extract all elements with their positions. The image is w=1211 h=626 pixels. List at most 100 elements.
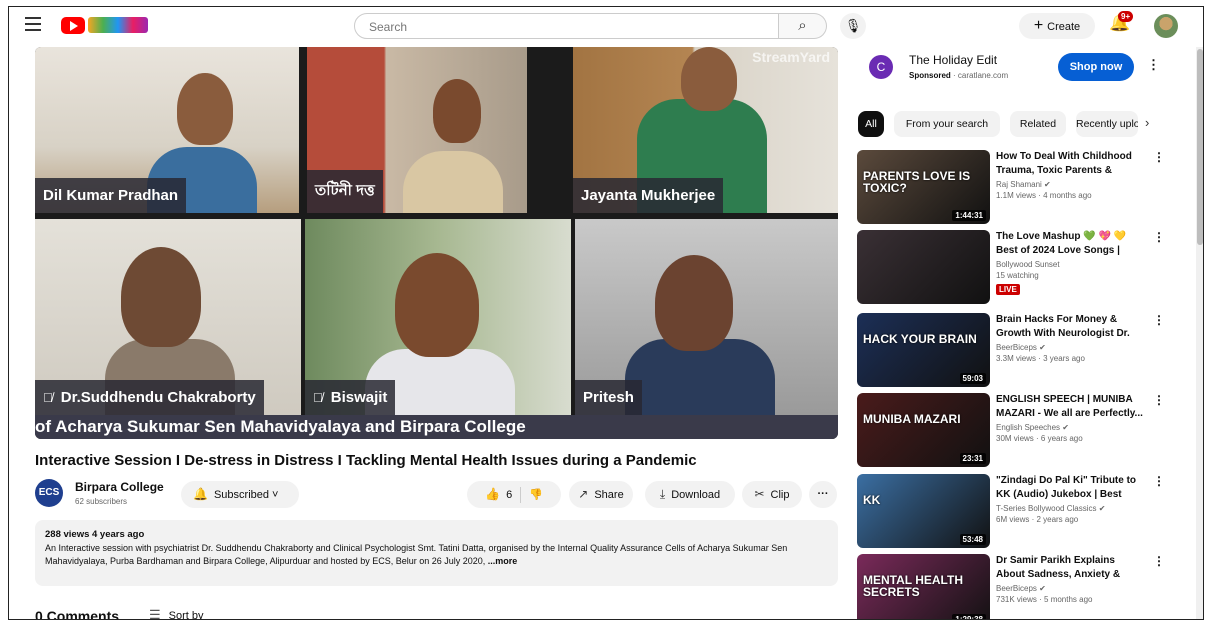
participant-tile: 🎙̸ Dr.Suddhendu Chakraborty [35,219,301,415]
more-options-icon[interactable]: ⋮ [1153,393,1165,407]
search-icon[interactable]: ⌕ [779,13,827,39]
more-options-icon[interactable]: ⋮ [1153,230,1165,244]
recommended-title: Brain Hacks For Money & Growth With Neur… [996,314,1130,339]
video-player[interactable]: Dil Kumar Pradhan তটিনী দত্ত StreamYard … [35,47,838,439]
verified-icon: ✔ [1039,584,1046,593]
browser-frame: Search ⌕ 🎙 + Create 🔔 9+ Dil Kumar Pradhan… [8,6,1204,620]
download-label: Download [671,489,721,501]
participant-tile: 🎙̸ Biswajit [305,219,571,415]
recommended-video[interactable]: MENTAL HEALTH SECRETS 1:29:38 Dr Samir Par… [857,554,1165,619]
chip-all[interactable]: All [858,111,884,137]
more-options-icon[interactable]: ⋮ [1153,313,1165,327]
chip-from-your-search[interactable]: From your search [894,111,1000,137]
recommended-video[interactable]: MUNIBA MAZARI 23:31 ENGLISH SPEECH | MUNIB… [857,393,1165,469]
recommended-title: How To Deal With Childhood Trauma, Toxic… [996,151,1132,176]
recommended-channel: Bollywood Sunset [996,260,1060,269]
like-dislike-group: 👍 6 👎 [467,481,561,508]
scrollbar-thumb[interactable] [1197,49,1203,245]
more-options-icon[interactable]: ⋮ [1153,150,1165,164]
video-thumbnail[interactable]: KK 53:48 [857,474,990,548]
share-icon: ↗ [578,487,589,501]
recommended-meta: 30M views · 6 years ago [996,434,1083,443]
verified-icon: ✔ [1044,180,1051,189]
subscribed-label: Subscribed [213,489,269,501]
divider [520,487,522,504]
doodle-logo [88,17,148,33]
scrollbar[interactable] [1196,47,1203,619]
more-options-icon[interactable]: ⋮ [1153,554,1165,568]
video-thumbnail[interactable]: MUNIBA MAZARI 23:31 [857,393,990,467]
subscribed-button[interactable]: 🔔 Subscribed ˅ [181,481,299,508]
participant-name: 🎙̸ Biswajit [305,380,396,415]
mic-icon[interactable]: 🎙 [840,13,866,39]
recommended-meta: 6M views · 2 years ago [996,515,1079,524]
channel-name[interactable]: Birpara College [75,480,164,494]
chip-related[interactable]: Related [1010,111,1066,137]
download-button[interactable]: ⤓ Download [645,481,735,508]
recommended-title: "Zindagi Do Pal Ki" Tribute to KK (Audio… [996,475,1137,500]
video-ticker: of Acharya Sukumar Sen Mahavidyalaya and… [35,415,838,439]
sort-icon: ☰ [149,607,161,620]
participant-tile: তটিনী দত্ত [307,47,527,213]
account-avatar[interactable] [1154,14,1178,38]
more-options-icon[interactable]: ⋮ [1153,474,1165,488]
duration-badge: 23:31 [959,453,986,464]
recommended-channel: English Speeches ✔ [996,423,1069,432]
duration-badge: 59:03 [959,373,986,384]
participant-name: Pritesh [575,380,642,415]
plus-icon: + [1033,17,1044,34]
like-count: 6 [506,489,513,501]
video-thumbnail[interactable]: MENTAL HEALTH SECRETS 1:29:38 [857,554,990,619]
create-button[interactable]: + Create [1019,13,1095,39]
recommended-video[interactable]: HACK YOUR BRAIN 59:03 Brain Hacks For Mone… [857,313,1165,389]
sort-label: Sort by [168,610,204,620]
comments-count: 0 Comments [35,608,120,620]
recommended-meta: 3.3M views · 3 years ago [996,354,1085,363]
menu-icon[interactable] [25,17,41,31]
duration-badge: 1:44:31 [952,210,986,221]
verified-icon: ✔ [1039,343,1046,352]
streamyard-watermark: StreamYard [752,49,830,65]
recommended-video[interactable]: The Love Mashup 💚 💖 💛 Best of 2024 Love … [857,230,1165,306]
ad-sponsored-line: Sponsored · caratlane.com [909,71,1008,80]
youtube-play-icon [61,16,85,34]
recommended-video[interactable]: PARENTS LOVE IS TOXIC? 1:44:31 How To Deal… [857,150,1165,226]
sponsored-ad[interactable]: C The Holiday Edit Sponsored · caratlane… [859,47,1160,97]
verified-icon: ✔ [1098,504,1106,513]
share-button[interactable]: ↗ Share [569,481,633,508]
participant-name: 🎙̸ Dr.Suddhendu Chakraborty [35,380,264,415]
bell-icon: 🔔 [193,487,208,501]
video-thumbnail[interactable] [857,230,990,304]
recommended-channel: BeerBiceps ✔ [996,343,1046,352]
duration-badge: 53:48 [959,534,986,545]
participant-tile: Pritesh [575,219,838,415]
video-thumbnail[interactable]: HACK YOUR BRAIN 59:03 [857,313,990,387]
chip-recently-uploaded[interactable]: Recently uploaded [1076,111,1138,137]
subscriber-count: 62 subscribers [75,497,128,506]
advertiser-logo: C [869,55,893,79]
more-actions-button[interactable]: ··· [809,481,837,508]
duration-badge: 1:29:38 [952,614,986,619]
youtube-logo[interactable] [61,16,148,34]
participant-name: Jayanta Mukherjee [573,178,724,213]
description-box[interactable]: 288 views 4 years ago An Interactive ses… [35,520,838,586]
sort-by-button[interactable]: ☰ Sort by [149,607,204,620]
recommended-meta: 15 watching [996,271,1039,280]
ad-menu-icon[interactable]: ⋮ [1147,57,1160,73]
recommended-channel: BeerBiceps ✔ [996,584,1046,593]
recommended-video[interactable]: KK 53:48 "Zindagi Do Pal Ki" Tribute to KK… [857,474,1165,550]
recommended-meta: 731K views · 5 months ago [996,595,1093,604]
shop-now-button[interactable]: Shop now [1058,53,1134,81]
like-button[interactable]: 👍 6 [485,487,513,501]
more-link[interactable]: ...more [488,556,518,566]
chevron-right-icon[interactable]: › [1145,115,1149,130]
description-text: An Interactive session with psychiatrist… [45,543,788,566]
recommended-channel: T-Series Bollywood Classics ✔ [996,504,1106,513]
video-thumbnail[interactable]: PARENTS LOVE IS TOXIC? 1:44:31 [857,150,990,224]
participant-tile: StreamYard Jayanta Mukherjee [573,47,838,213]
search-input[interactable]: Search [354,13,779,39]
clip-button[interactable]: ✂ Clip [742,481,802,508]
notifications-bell-icon[interactable]: 🔔 9+ [1109,11,1134,37]
dislike-button[interactable]: 👎 [529,489,543,501]
channel-avatar[interactable]: ECS [35,479,63,507]
